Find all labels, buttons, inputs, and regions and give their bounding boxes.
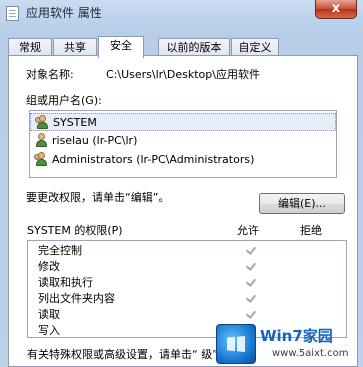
close-button[interactable]: x [315, 0, 357, 19]
group-user-list[interactable]: SYSTEM riselau (lr-PC\lr) Administrators… [29, 110, 337, 178]
list-item-label: Administrators (lr-PC\Administrators) [52, 153, 255, 166]
tab-general[interactable]: 常规 [8, 38, 52, 56]
permission-row: 读取 [28, 307, 346, 323]
watermark-title: Win7家园 [260, 327, 333, 345]
user-icon [34, 133, 49, 148]
user-group-icon [35, 115, 50, 130]
group-users-label: 组或用户名(G): [26, 94, 102, 107]
list-item[interactable]: Administrators (lr-PC\Administrators) [30, 151, 336, 169]
permissions-title: SYSTEM 的权限(P) [27, 224, 123, 237]
tab-strip: 常规 共享 安全 以前的版本 自定义 [8, 36, 358, 58]
permission-name: 修改 [38, 260, 60, 273]
permission-row: 读取和执行 [28, 275, 346, 291]
permission-name: 完全控制 [38, 244, 82, 257]
list-item[interactable]: SYSTEM [30, 113, 336, 131]
watermark: Win7家园 www.5aixt.com [216, 324, 361, 366]
permission-row: 列出文件夹内容 [28, 291, 346, 307]
deny-column-header: 拒绝 [300, 224, 322, 237]
permission-name: 读取 [38, 308, 60, 321]
tab-sharing[interactable]: 共享 [53, 38, 97, 56]
tab-security[interactable]: 安全 [98, 36, 144, 58]
win7-logo-icon [216, 324, 256, 364]
permissions-header: SYSTEM 的权限(P) 允许 拒绝 [27, 224, 347, 240]
folder-properties-icon [6, 6, 19, 21]
edit-button[interactable]: 编辑(E)... [259, 193, 345, 214]
allow-column-header: 允许 [237, 224, 259, 237]
window-title: 应用软件 属性 [26, 6, 102, 20]
allow-checkmark-icon [246, 277, 256, 287]
permission-row: 完全控制 [28, 243, 346, 259]
allow-checkmark-icon [246, 261, 256, 271]
change-permissions-hint: 要更改权限，请单击“编辑”。 [26, 191, 170, 204]
permission-row: 修改 [28, 259, 346, 275]
tab-previous-versions[interactable]: 以前的版本 [158, 38, 230, 56]
tab-customize[interactable]: 自定义 [231, 38, 279, 56]
security-panel: 对象名称: C:\Users\lr\Desktop\应用软件 组或用户名(G):… [8, 55, 358, 367]
user-group-icon [34, 152, 49, 167]
permission-name: 读取和执行 [38, 276, 93, 289]
object-name-label: 对象名称: [26, 68, 74, 81]
allow-checkmark-icon [246, 309, 256, 319]
properties-window: 应用软件 属性 x 常规 共享 安全 以前的版本 自定义 对象名称: C:\Us… [0, 0, 363, 367]
permission-name: 写入 [38, 324, 60, 337]
title-bar[interactable]: 应用软件 属性 x [0, 0, 363, 28]
allow-checkmark-icon [246, 245, 256, 255]
object-name-value: C:\Users\lr\Desktop\应用软件 [106, 68, 260, 81]
list-item-label: riselau (lr-PC\lr) [52, 134, 138, 147]
watermark-url: www.5aixt.com [272, 348, 349, 359]
list-item[interactable]: riselau (lr-PC\lr) [30, 132, 336, 150]
allow-checkmark-icon [246, 293, 256, 303]
list-item-label: SYSTEM [53, 116, 97, 129]
permission-name: 列出文件夹内容 [38, 292, 115, 305]
